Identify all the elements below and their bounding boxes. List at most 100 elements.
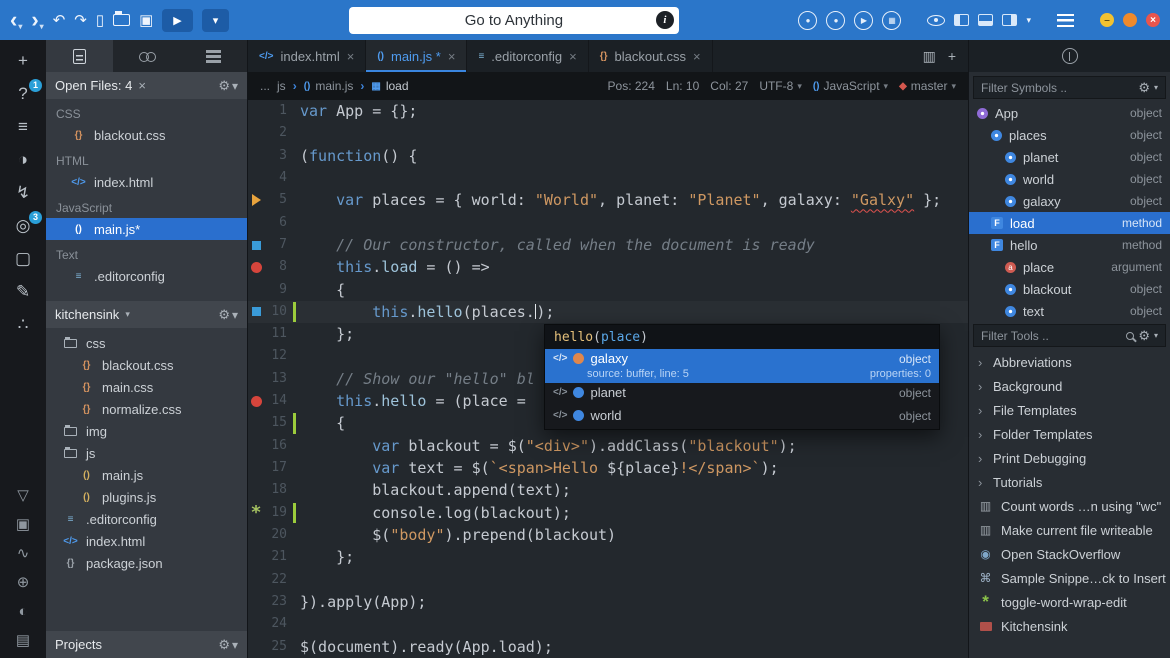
macro-record-icon[interactable]: ● [798, 11, 817, 30]
close-icon[interactable]: × [693, 49, 701, 64]
macro-play-icon[interactable]: ▶ [854, 11, 873, 30]
tool-folder[interactable]: ›Background [969, 374, 1170, 398]
gutter-margin[interactable] [248, 212, 264, 234]
toggle-bottom-pane-button[interactable] [978, 14, 993, 26]
close-icon[interactable]: × [347, 49, 355, 64]
tab-databases[interactable] [180, 40, 247, 72]
tool-folder[interactable]: ›Print Debugging [969, 446, 1170, 470]
tool-item[interactable]: ▥Make current file writeable [969, 518, 1170, 542]
editor-tab[interactable]: ()main.js *× [366, 40, 467, 72]
tab-list-icon[interactable]: ▥ [923, 48, 936, 65]
toggle-right-pane-button[interactable] [1002, 14, 1017, 26]
gutter-margin[interactable] [248, 412, 264, 434]
gutter-margin[interactable] [248, 279, 264, 301]
macro-stop-icon[interactable]: ● [826, 11, 845, 30]
symbol-item[interactable]: aplaceargument [969, 256, 1170, 278]
go-to-anything-input[interactable]: Go to Anything i [349, 7, 679, 34]
symbol-item[interactable]: Appobject [969, 102, 1170, 124]
status-javascript[interactable]: ()JavaScript▾ [813, 79, 888, 93]
code-line[interactable]: 6 [248, 212, 968, 234]
projects-menu[interactable]: ⚙▾ [218, 637, 238, 653]
back-button[interactable]: ‹▾ [10, 9, 22, 31]
gutter-margin[interactable] [248, 122, 264, 144]
open-file-item[interactable]: ≡.editorconfig [46, 265, 247, 287]
symbol-item[interactable]: placesobject [969, 124, 1170, 146]
symbol-item[interactable]: blackoutobject [969, 278, 1170, 300]
gutter-margin[interactable] [248, 613, 264, 635]
code-line[interactable]: 8 this.load = () => [248, 256, 968, 278]
places-menu[interactable]: ⚙▾ [218, 307, 238, 323]
code-line[interactable]: 7 // Our constructor, called when the do… [248, 234, 968, 256]
code-line[interactable]: 24 [248, 613, 968, 635]
completion-item[interactable]: </>planetobject [545, 383, 939, 406]
filter-tools-input[interactable]: Filter Tools .. ⚙▾ [973, 324, 1166, 347]
code-line[interactable]: 22 [248, 569, 968, 591]
open-file-item[interactable]: </>index.html [46, 171, 247, 193]
tree-item[interactable]: </>index.html [46, 530, 247, 552]
tree-item[interactable]: {}blackout.css [46, 354, 247, 376]
chart-icon[interactable]: ∿ [12, 546, 34, 561]
dynamic-button-icon[interactable] [1062, 48, 1078, 64]
undo-button[interactable]: ↶ [53, 13, 66, 28]
new-tab-button[interactable]: + [948, 48, 956, 64]
tool-item[interactable]: ▥Count words …n using "wc" [969, 494, 1170, 518]
gutter-margin[interactable] [248, 323, 264, 345]
tool-folder[interactable]: ›Folder Templates [969, 422, 1170, 446]
globe-icon[interactable]: ◐ [12, 604, 34, 619]
filter-symbols-input[interactable]: Filter Symbols .. ⚙▾ [973, 76, 1166, 99]
minimize-button[interactable]: – [1100, 13, 1114, 27]
macro-list-icon[interactable]: ▦ [882, 11, 901, 30]
editor-tab[interactable]: ≡.editorconfig× [467, 40, 588, 72]
gutter-margin[interactable] [248, 100, 264, 122]
outline-icon[interactable]: ≡ [12, 118, 34, 135]
gutter-margin[interactable] [248, 345, 264, 367]
forward-button[interactable]: ›▾ [31, 9, 43, 31]
close-icon[interactable]: × [138, 78, 146, 93]
open-file-item[interactable]: {}blackout.css [46, 124, 247, 146]
code-line[interactable]: *19 console.log(blackout); [248, 502, 968, 524]
symbol-item[interactable]: planetobject [969, 146, 1170, 168]
menu-button[interactable] [1057, 14, 1074, 27]
code-line[interactable]: 5 var places = { world: "World", planet:… [248, 189, 968, 211]
run-dropdown-button[interactable]: ▾ [202, 9, 230, 32]
code-line[interactable]: 18 blackout.append(text); [248, 479, 968, 501]
gutter-margin[interactable] [248, 390, 264, 412]
save-button[interactable]: ▣ [139, 13, 153, 28]
tool-folder[interactable]: ›File Templates [969, 398, 1170, 422]
gutter-margin[interactable] [248, 301, 264, 323]
symbols-menu[interactable]: ⚙▾ [1138, 80, 1158, 96]
tree-item[interactable]: css [46, 332, 247, 354]
packages-icon[interactable]: ⊕ [12, 575, 34, 590]
breadcrumb-symbol[interactable]: ▦load [371, 79, 408, 93]
tree-item[interactable]: {}package.json [46, 552, 247, 574]
tree-item[interactable]: ()main.js [46, 464, 247, 486]
share-icon[interactable]: ∴ [12, 316, 34, 333]
toggle-left-pane-button[interactable] [954, 14, 969, 26]
places-pin-icon[interactable]: ◎3 [12, 217, 34, 234]
tools-actions[interactable]: ⚙▾ [1126, 328, 1158, 344]
breadcrumb-file[interactable]: ()main.js [304, 79, 354, 93]
media-icon[interactable]: ▣ [12, 517, 34, 532]
lab-icon[interactable]: ▽ [12, 488, 34, 503]
tool-item[interactable]: ◉Open StackOverflow [969, 542, 1170, 566]
tab-open-files[interactable] [46, 40, 113, 72]
new-file-button[interactable]: ▯ [96, 13, 104, 28]
tool-folder[interactable]: ›Abbreviations [969, 350, 1170, 374]
open-file-item[interactable]: ()main.js* [46, 218, 247, 240]
redo-button[interactable]: ↷ [74, 13, 87, 28]
symbol-item[interactable]: Floadmethod [969, 212, 1170, 234]
breadcrumb-overflow[interactable]: ... [260, 79, 270, 93]
gutter-margin[interactable] [248, 368, 264, 390]
code-line[interactable]: 1var App = {}; [248, 100, 968, 122]
code-line[interactable]: 2 [248, 122, 968, 144]
symbol-item[interactable]: textobject [969, 300, 1170, 322]
code-line[interactable]: 20 $("body").prepend(blackout) [248, 524, 968, 546]
gutter-margin[interactable] [248, 457, 264, 479]
code-line[interactable]: 23}).apply(App); [248, 591, 968, 613]
panes-dropdown[interactable]: ▾ [1026, 16, 1031, 25]
caret-down-icon[interactable]: ▾ [125, 309, 130, 320]
code-line[interactable]: 16 var blackout = $("<div>").addClass("b… [248, 435, 968, 457]
code-line[interactable]: 4 [248, 167, 968, 189]
symbol-item[interactable]: Fhellomethod [969, 234, 1170, 256]
gutter-margin[interactable] [248, 569, 264, 591]
